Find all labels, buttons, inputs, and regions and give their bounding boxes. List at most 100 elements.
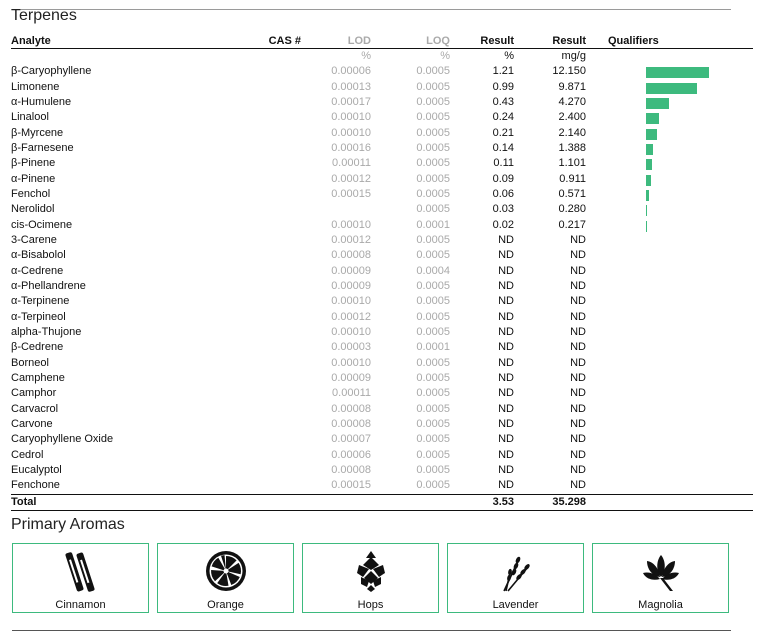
lod-cell: 0.00012 — [331, 172, 371, 185]
cas-cell — [231, 80, 301, 95]
col-header-analyte: Analyte — [11, 35, 231, 49]
result-pct-cell: 0.09 — [492, 172, 514, 185]
table-row: α-Bisabolol 0.00008 0.0005 ND ND — [11, 248, 753, 263]
result-pct-cell: 1.21 — [492, 65, 514, 78]
result-pct-cell: ND — [498, 418, 514, 431]
qualifier-cell — [586, 218, 753, 233]
result-pct-cell: ND — [498, 234, 514, 247]
result-mg-cell: ND — [570, 310, 586, 323]
result-mg-cell: 0.217 — [558, 218, 586, 231]
cas-cell — [231, 264, 301, 279]
table-row: Nerolidol 0.0005 0.03 0.280 — [11, 202, 753, 217]
table-row: Camphene 0.00009 0.0005 ND ND — [11, 371, 753, 386]
qualifier-cell — [586, 95, 753, 110]
unit-loq: % — [440, 50, 450, 63]
qualifier-cell — [586, 233, 753, 248]
magnolia-icon — [643, 555, 679, 591]
result-mg-cell: ND — [570, 402, 586, 415]
col-header-loq: LOQ — [371, 35, 450, 49]
loq-cell: 0.0005 — [416, 111, 450, 124]
aroma-card-cinnamon: Cinnamon — [12, 543, 149, 613]
result-mg-cell: ND — [570, 356, 586, 369]
col-header-result-mg: Result — [514, 35, 586, 49]
qualifier-cell — [586, 80, 753, 95]
qualifier-cell — [586, 202, 753, 217]
result-pct-cell: ND — [498, 310, 514, 323]
lod-cell: 0.00009 — [331, 280, 371, 293]
analyte-cell: Limonene — [11, 80, 60, 93]
result-pct-cell: ND — [498, 402, 514, 415]
aroma-card-hops: Hops — [302, 543, 439, 613]
result-pct-cell: 0.99 — [492, 80, 514, 93]
result-mg-cell: 2.140 — [558, 126, 586, 139]
analyte-cell: β-Pinene — [11, 157, 56, 170]
analyte-cell: α-Terpinene — [11, 295, 70, 308]
result-bar — [646, 174, 651, 186]
analyte-cell: α-Bisabolol — [11, 249, 66, 262]
table-row: α-Pinene 0.00012 0.0005 0.09 0.911 — [11, 172, 753, 187]
result-pct-cell: ND — [498, 372, 514, 385]
qualifier-cell — [586, 325, 753, 340]
loq-cell: 0.0005 — [416, 448, 450, 461]
result-mg-cell: 0.280 — [558, 203, 586, 216]
loq-cell: 0.0005 — [416, 418, 450, 431]
table-row: β-Cedrene 0.00003 0.0001 ND ND — [11, 340, 753, 355]
cas-cell — [231, 432, 301, 447]
table-header-row: Analyte CAS # LOD LOQ Result Result Qual… — [11, 35, 753, 49]
result-mg-cell: 2.400 — [558, 111, 586, 124]
cas-cell — [231, 463, 301, 478]
loq-cell: 0.0004 — [416, 264, 450, 277]
lod-cell: 0.00008 — [331, 249, 371, 262]
result-pct-cell: ND — [498, 249, 514, 262]
bottom-divider — [12, 630, 731, 631]
result-mg-cell: ND — [570, 433, 586, 446]
qualifier-cell — [586, 417, 753, 432]
cas-cell — [231, 95, 301, 110]
loq-cell: 0.0005 — [416, 80, 450, 93]
qualifier-cell — [586, 64, 753, 79]
unit-result-mg: mg/g — [561, 50, 586, 63]
result-mg-cell: ND — [570, 464, 586, 477]
lavender-icon — [503, 556, 530, 592]
loq-cell: 0.0005 — [416, 126, 450, 139]
aromas-row: Cinnamon Orange Hops Lavender Magnolia — [12, 543, 732, 614]
result-bar — [646, 97, 669, 109]
result-bar — [646, 128, 657, 140]
unit-lod: % — [361, 50, 371, 63]
result-pct-cell: ND — [498, 280, 514, 293]
loq-cell: 0.0005 — [416, 372, 450, 385]
cas-cell — [231, 310, 301, 325]
cas-cell — [231, 156, 301, 171]
lod-cell: 0.00010 — [331, 356, 371, 369]
result-pct-cell: 0.03 — [492, 203, 514, 216]
lod-cell: 0.00017 — [331, 96, 371, 109]
loq-cell: 0.0005 — [416, 356, 450, 369]
cas-cell — [231, 172, 301, 187]
lod-cell: 0.00008 — [331, 402, 371, 415]
analyte-cell: Eucalyptol — [11, 464, 62, 477]
result-mg-cell: ND — [570, 264, 586, 277]
table-row: Camphor 0.00011 0.0005 ND ND — [11, 386, 753, 401]
result-pct-cell: ND — [498, 326, 514, 339]
loq-cell: 0.0001 — [416, 218, 450, 231]
table-row: Cedrol 0.00006 0.0005 ND ND — [11, 448, 753, 463]
result-mg-cell: ND — [570, 234, 586, 247]
result-pct-cell: ND — [498, 433, 514, 446]
qualifier-cell — [586, 141, 753, 156]
table-row: Carvone 0.00008 0.0005 ND ND — [11, 417, 753, 432]
section-title-terpenes: Terpenes — [11, 7, 77, 24]
analyte-cell: Linalool — [11, 111, 49, 124]
cas-cell — [231, 402, 301, 417]
qualifier-cell — [586, 386, 753, 401]
lod-cell: 0.00007 — [331, 433, 371, 446]
aroma-label: Cinnamon — [55, 599, 106, 611]
result-mg-cell: 1.388 — [558, 142, 586, 155]
aroma-card-magnolia: Magnolia — [592, 543, 729, 613]
loq-cell: 0.0005 — [416, 402, 450, 415]
result-pct-cell: 0.14 — [492, 142, 514, 155]
result-bar — [646, 113, 659, 125]
table-row: Carvacrol 0.00008 0.0005 ND ND — [11, 402, 753, 417]
result-pct-cell: ND — [498, 295, 514, 308]
col-header-cas: CAS # — [231, 35, 301, 49]
qualifier-cell — [586, 310, 753, 325]
